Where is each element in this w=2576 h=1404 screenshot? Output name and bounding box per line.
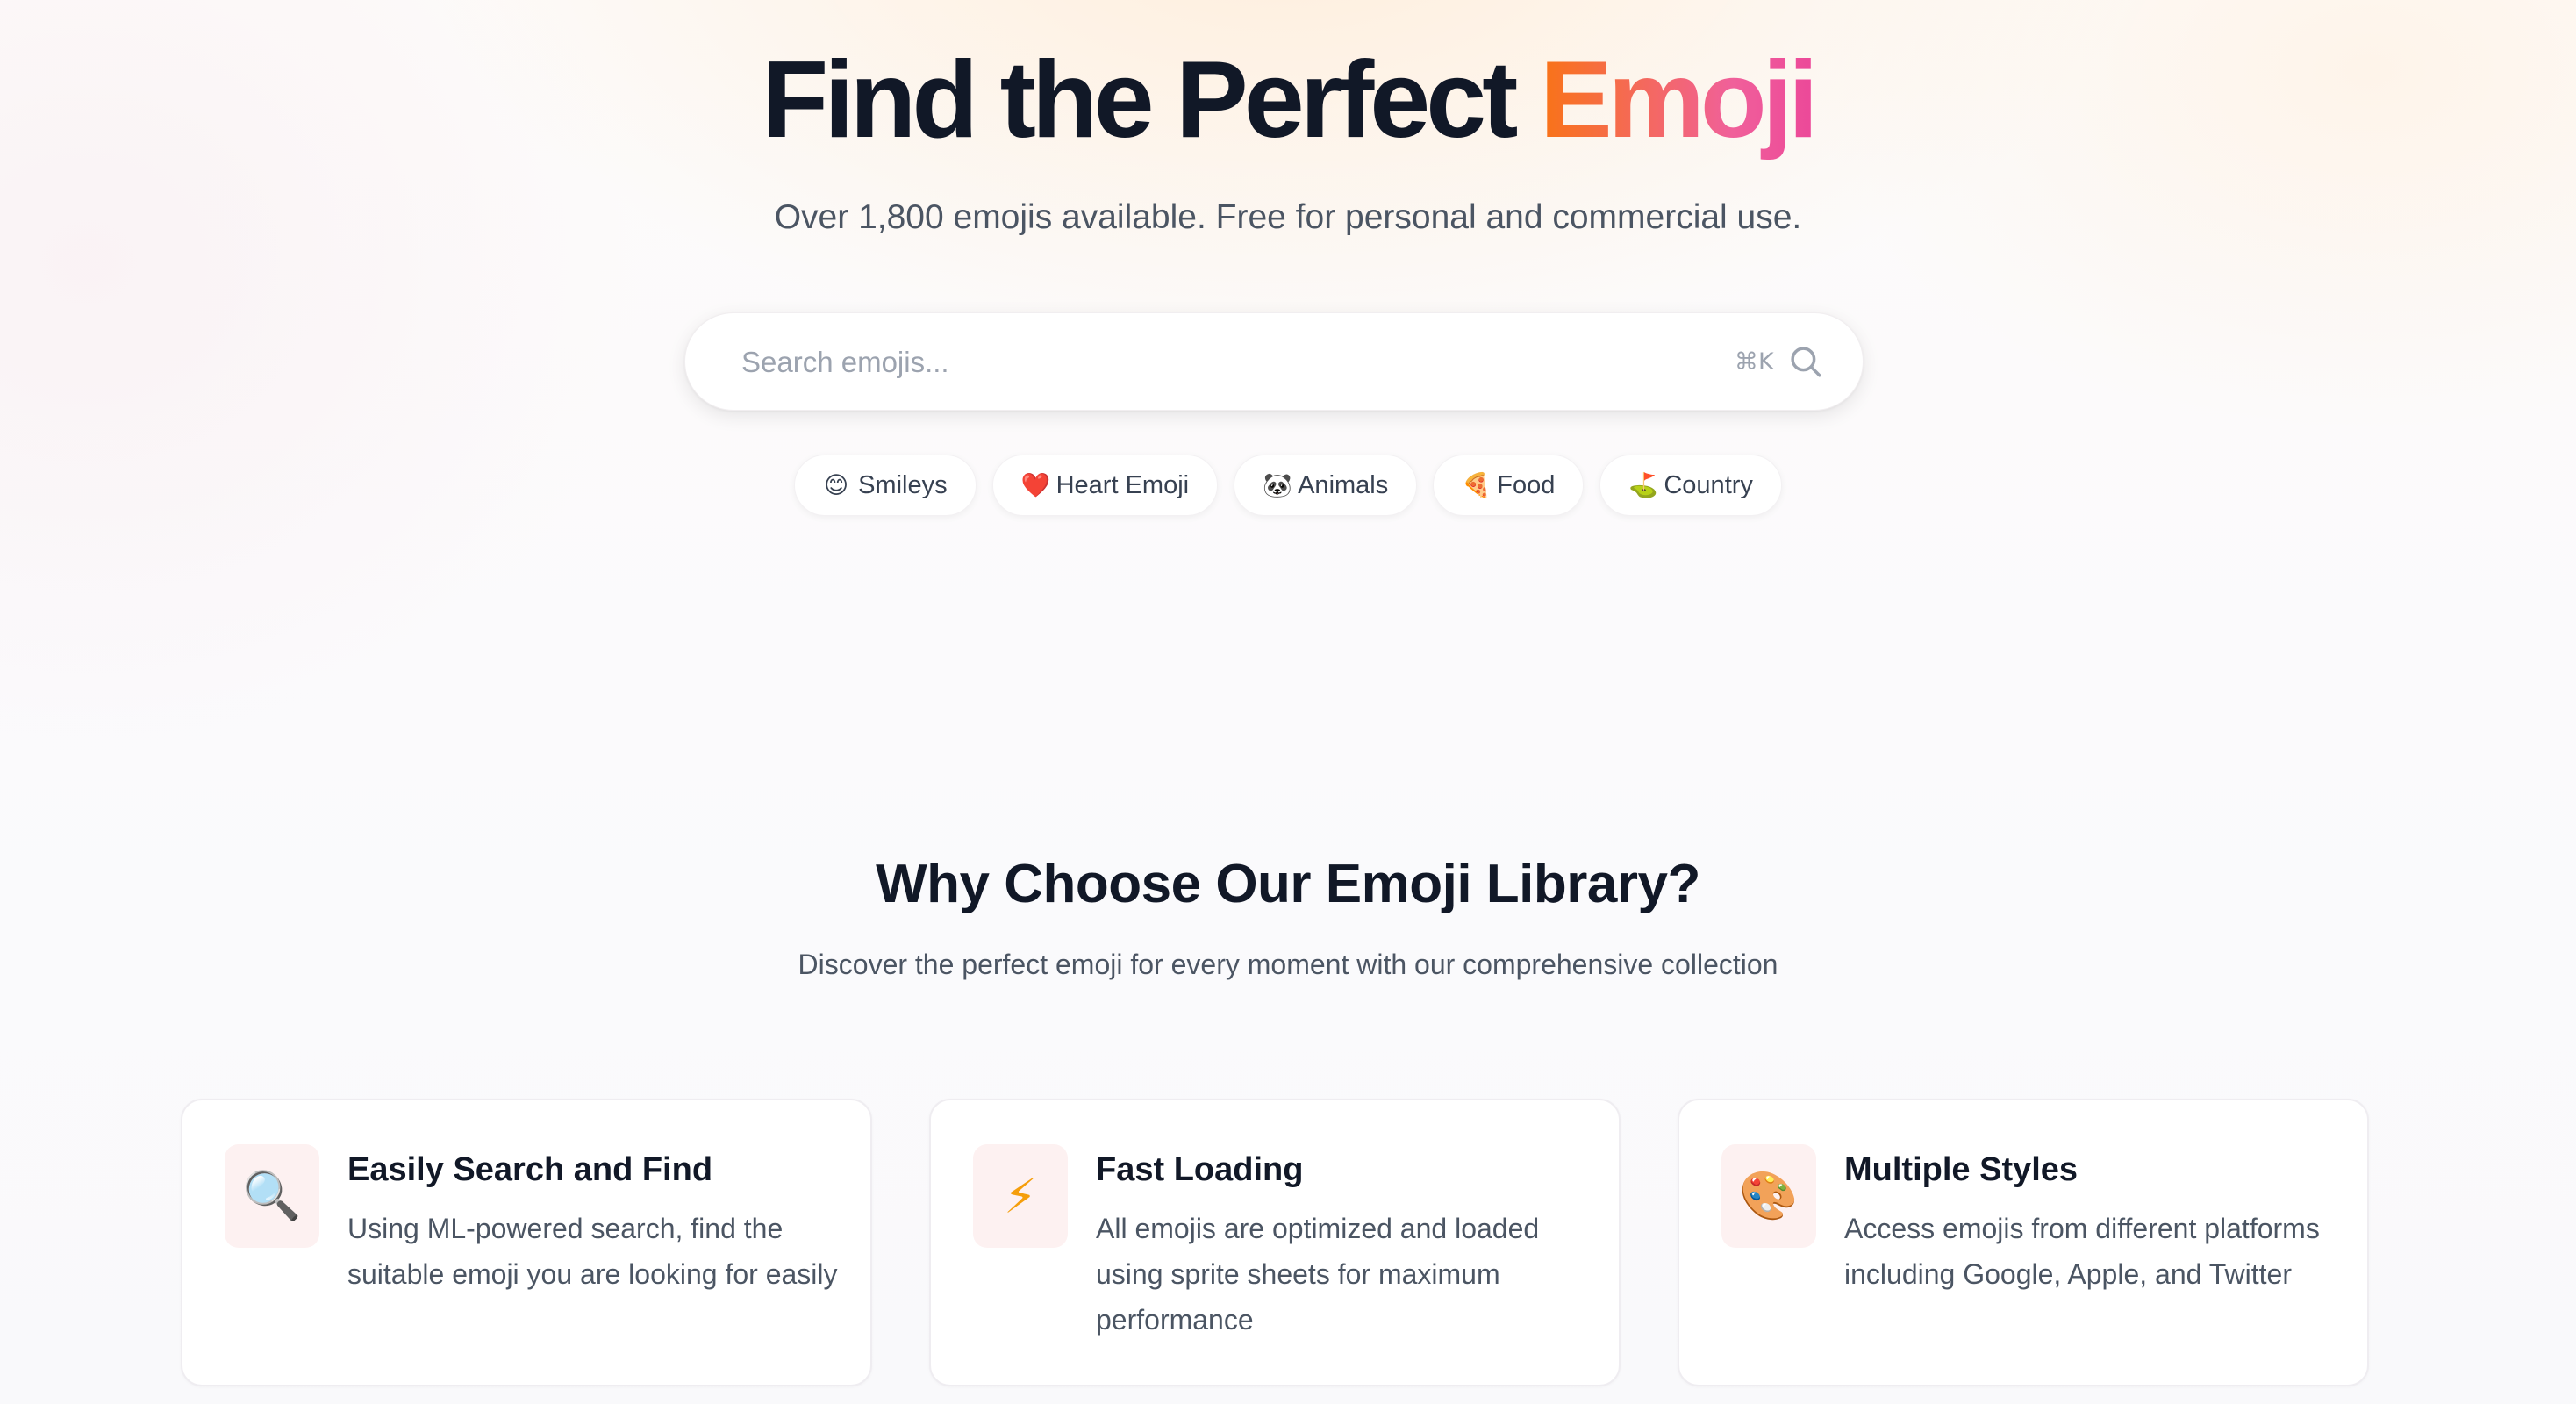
pizza-icon: 🍕 <box>1462 472 1492 499</box>
page: Find the Perfect Emoji Over 1,800 emojis… <box>0 0 2576 1404</box>
hero-title-main: Find the Perfect <box>762 39 1540 161</box>
hero-title: Find the Perfect Emoji <box>0 39 2576 161</box>
feature-card-multiple-styles: 🎨 Multiple Styles Access emojis from dif… <box>1678 1099 2369 1386</box>
category-chip-label: Heart Emoji <box>1055 470 1190 499</box>
category-chip-smileys[interactable]: 😊 Smileys <box>794 455 977 516</box>
feature-description: Access emojis from different platforms i… <box>1844 1213 2320 1290</box>
panda-icon: 🐼 <box>1263 472 1292 499</box>
category-chip-country[interactable]: ⛳ Country <box>1599 455 1782 516</box>
hero-title-accent: Emoji <box>1539 39 1819 161</box>
palette-icon: 🎨 <box>1721 1144 1816 1248</box>
search-input[interactable] <box>741 336 1671 389</box>
hero-subtitle: Over 1,800 emojis available. Free for pe… <box>774 198 1802 236</box>
search-bar: ⌘K <box>684 312 1864 411</box>
magnifying-glass-icon: 🔍 <box>225 1144 319 1248</box>
category-chip-label: Animals <box>1298 470 1389 499</box>
smiley-icon: 😊 <box>824 471 849 499</box>
feature-title: Fast Loading <box>1096 1151 1304 1188</box>
feature-title: Multiple Styles <box>1844 1151 2079 1188</box>
section-title: Why Choose Our Emoji Library? <box>876 854 1700 914</box>
search-icon[interactable] <box>1787 343 1824 380</box>
category-chip-label: Food <box>1497 470 1556 499</box>
category-chip-label: Smileys <box>858 470 948 499</box>
heart-icon: ❤️ <box>1020 472 1051 499</box>
feature-description: Using ML-powered search, find the suitab… <box>347 1213 838 1290</box>
category-chips: 😊 Smileys ❤️ Heart Emoji 🐼 Animals 🍕 Foo… <box>0 455 2576 516</box>
lightning-icon: ⚡ <box>973 1144 1068 1248</box>
feature-card-fast-loading: ⚡ Fast Loading All emojis are optimized … <box>929 1099 1621 1386</box>
feature-card-search: 🔍 Easily Search and Find Using ML-powere… <box>181 1099 872 1386</box>
feature-description: All emojis are optimized and loaded usin… <box>1096 1213 1540 1336</box>
keyboard-shortcut-hint: ⌘K <box>1735 348 1774 376</box>
feature-title: Easily Search and Find <box>347 1151 713 1188</box>
category-chip-heart-emoji[interactable]: ❤️ Heart Emoji <box>991 455 1219 516</box>
category-chip-label: Country <box>1664 470 1753 499</box>
flag-icon: ⛳ <box>1628 472 1658 499</box>
category-chip-animals[interactable]: 🐼 Animals <box>1234 455 1418 516</box>
category-chip-food[interactable]: 🍕 Food <box>1433 455 1585 516</box>
section-subtitle: Discover the perfect emoji for every mom… <box>798 949 1778 980</box>
